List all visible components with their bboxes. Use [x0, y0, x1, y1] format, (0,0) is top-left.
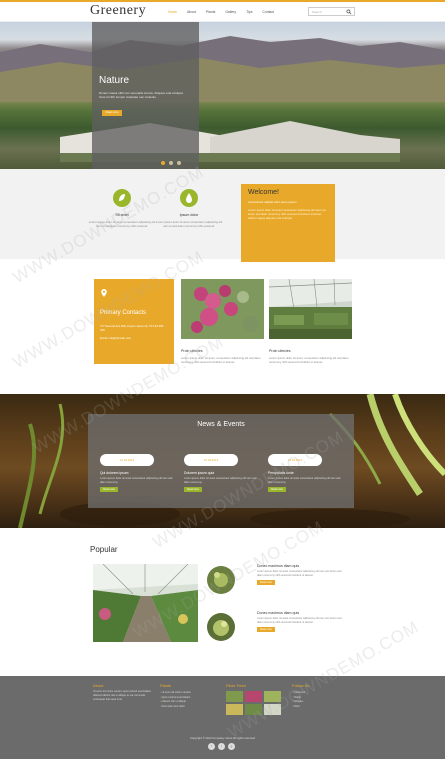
social-icons: f t g — [208, 743, 235, 750]
popular-read-more-button[interactable]: Read more — [257, 627, 275, 633]
slider-dot[interactable] — [161, 161, 165, 165]
card-desc: Lorem ipsum dolor sit amet, consectetur … — [269, 356, 349, 364]
news-section-title: News & Events — [197, 421, 245, 428]
slider-dots — [161, 161, 181, 165]
popular-read-more-button[interactable]: Read more — [257, 580, 275, 586]
footer-about-title: About — [93, 683, 104, 688]
facebook-icon[interactable]: f — [208, 743, 215, 750]
card-title: Proin ultricies — [269, 349, 291, 353]
popular-section-title: Popular — [90, 545, 118, 554]
search-icon[interactable] — [346, 9, 352, 15]
plant-card: Proin ultricies Lorem ipsum dolor sit am… — [268, 278, 353, 364]
flickr-thumbnail[interactable] — [245, 691, 262, 702]
nav-item-about[interactable]: About — [183, 9, 200, 15]
news-item-title[interactable]: Qui dolorem ipsum — [100, 471, 174, 475]
footer-social-link[interactable]: › Flickr — [292, 705, 352, 710]
footer-about-text: Ut enim ad minim veniam quis nostrud exe… — [93, 690, 152, 702]
popular-item-desc: Lorem ipsum dolor sit amet consectetur a… — [257, 570, 342, 577]
news-date-badge: 15.04.2014 — [184, 454, 238, 466]
footer-plants: Plants › Ut enim ad minim veniam › Quis … — [160, 683, 220, 709]
nav-item-plants[interactable]: Plants — [202, 9, 219, 15]
flickr-thumbnail[interactable] — [226, 691, 243, 702]
contact-address: 777 Second Ave NW, Anyton street 12, TP … — [100, 324, 164, 332]
map-pin-icon — [101, 289, 107, 297]
hero-text: Donec massa nibh nec venenatis cursus. A… — [99, 91, 184, 99]
flickr-thumbnail[interactable] — [226, 704, 243, 715]
popular-item-desc: Lorem ipsum dolor sit amet consectetur a… — [257, 617, 342, 624]
footer-link[interactable]: › Duis aute irure dolor — [160, 705, 220, 710]
popular-item-body: Donec maximus diam quis Lorem ipsum dolo… — [257, 611, 343, 633]
mountain-image — [0, 36, 445, 102]
feature-desc: Lorem ipsum dolor sit amet consectetur a… — [155, 220, 223, 228]
news-item-desc: Lorem ipsum dolor sit amet consectetur a… — [100, 477, 173, 484]
footer-plants-title: Plants — [160, 683, 172, 688]
footer-flickr-title: Flickr Feed — [226, 683, 246, 688]
footer-about: About Ut enim ad minim veniam quis nostr… — [93, 683, 153, 703]
popular-item-title[interactable]: Donec maximus diam quis — [257, 611, 343, 615]
twitter-icon[interactable]: t — [218, 743, 225, 750]
plant-image — [207, 613, 235, 641]
hero-title: Nature — [99, 75, 130, 86]
news-item-title[interactable]: Dolorem ipsum quia — [184, 471, 258, 475]
copyright-text: Copyright © 2014 Company name All rights… — [189, 736, 256, 740]
google-plus-icon[interactable]: g — [228, 743, 235, 750]
welcome-desc: Lorem ipsum dolor sit amet consectetur a… — [248, 208, 327, 220]
greenhouse-image[interactable] — [268, 278, 353, 339]
welcome-box: Welcome! consectetur adipisc elit Lorem … — [241, 184, 335, 262]
nav-item-contact[interactable]: Contact — [258, 9, 278, 15]
news-item: 12.04.2014 Qui dolorem ipsum Lorem ipsum… — [100, 454, 174, 493]
hero-slider — [0, 22, 445, 169]
nav-item-tips[interactable]: Tips — [242, 9, 256, 15]
news-read-more-button[interactable]: Read more — [100, 487, 118, 493]
site-logo[interactable]: Greenery — [90, 3, 146, 19]
main-nav: Home About Plants Gallery Tips Contact — [164, 9, 278, 15]
header-accent-line — [0, 0, 445, 2]
slider-dot[interactable] — [169, 161, 173, 165]
search-input[interactable]: Search — [308, 7, 355, 16]
hero-read-more-button[interactable]: Read more — [102, 110, 122, 116]
news-read-more-button[interactable]: Read more — [184, 487, 202, 493]
slider-dot[interactable] — [177, 161, 181, 165]
welcome-title: Welcome! — [248, 189, 279, 196]
welcome-subtitle: consectetur adipisc elit Lorem ipsum — [248, 200, 297, 204]
search-placeholder: Search — [312, 10, 322, 14]
feature-title: Ipsum dolor — [179, 213, 199, 217]
contact-email[interactable]: Email: info@domain.com — [100, 336, 168, 340]
news-date-badge: 12.04.2014 — [100, 454, 154, 466]
popular-item-thumbnail[interactable] — [207, 613, 235, 641]
nav-item-gallery[interactable]: Gallery — [221, 9, 240, 15]
nav-item-home[interactable]: Home — [164, 9, 181, 15]
orchid-image[interactable] — [181, 279, 264, 339]
